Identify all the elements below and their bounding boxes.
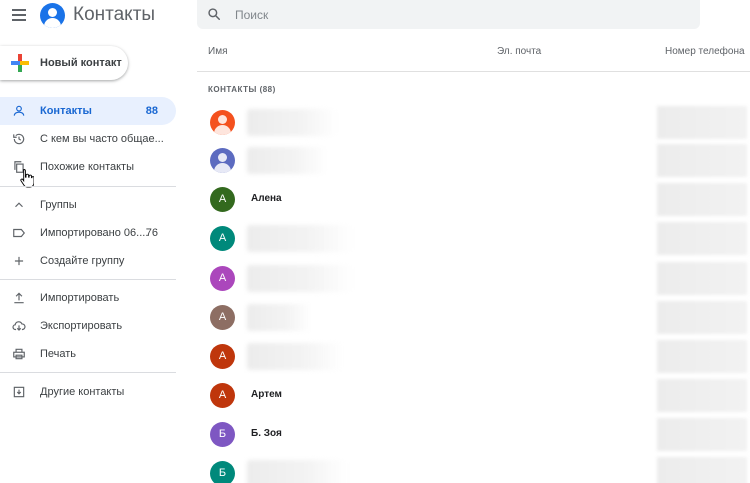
sidebar-item-label: Импортировать [40, 292, 120, 304]
sidebar-item-label: Создайте группу [40, 255, 125, 267]
cloud-download-icon [12, 321, 26, 331]
sidebar-item-label: Печать [40, 348, 77, 360]
column-header-name[interactable]: Имя [208, 46, 227, 57]
search-icon [208, 8, 220, 20]
sidebar-item-label: Группы [40, 199, 77, 211]
blurred-phone [657, 183, 747, 216]
contact-row[interactable]: А Артем [197, 376, 750, 415]
blurred-name [247, 343, 342, 370]
avatar: А [210, 305, 235, 330]
contact-name: Б. Зоя [251, 428, 282, 439]
colorful-plus-icon [11, 54, 29, 72]
sidebar-item-frequent[interactable]: С кем вы часто общае... [0, 125, 176, 153]
sidebar-item-label: Импортировано 06.... [40, 227, 149, 239]
sidebar-item-label: С кем вы часто общае... [40, 133, 164, 145]
sidebar-divider [0, 186, 176, 187]
blurred-phone [657, 340, 747, 373]
blurred-name [247, 225, 352, 252]
blurred-phone [657, 418, 747, 451]
contact-row[interactable]: А [197, 219, 750, 258]
history-icon [13, 133, 25, 145]
label-icon [13, 228, 26, 238]
contact-row[interactable]: А [197, 337, 750, 376]
sidebar-item-contacts[interactable]: Контакты 88 [0, 97, 176, 125]
contact-row[interactable]: А Алена [197, 180, 750, 219]
column-header-phone[interactable]: Номер телефона [665, 46, 745, 57]
print-icon [13, 348, 25, 360]
contact-name: Алена [251, 193, 282, 204]
new-contact-button[interactable]: Новый контакт [0, 46, 128, 80]
blurred-phone [657, 222, 747, 255]
sidebar-item-export[interactable]: Экспортировать [0, 312, 176, 340]
sidebar-item-label: Контакты [40, 105, 92, 117]
blurred-phone [657, 379, 747, 412]
sidebar-item-import[interactable]: Импортировать [0, 284, 176, 312]
avatar [210, 148, 235, 173]
plus-icon [14, 256, 24, 266]
blurred-name [247, 304, 312, 331]
contact-row[interactable] [197, 141, 750, 180]
column-header-email[interactable]: Эл. почта [497, 46, 541, 57]
avatar: А [210, 383, 235, 408]
contact-name: Артем [251, 389, 282, 400]
imported-count: 76 [145, 227, 158, 239]
upload-icon [14, 292, 24, 304]
chevron-up-icon [15, 202, 23, 208]
search-input[interactable]: Поиск [197, 0, 700, 29]
blurred-phone [657, 301, 747, 334]
contacts-count: 88 [145, 105, 158, 117]
contacts-logo [40, 3, 65, 28]
sidebar-item-label: Экспортировать [40, 320, 123, 332]
sidebar-item-create-group[interactable]: Создайте группу [0, 247, 176, 275]
person-icon [13, 105, 25, 116]
blurred-phone [657, 144, 747, 177]
blurred-name [247, 109, 337, 136]
blurred-name [247, 460, 347, 483]
main-menu-icon[interactable] [12, 9, 26, 21]
contact-row[interactable]: Б Б. Зоя [197, 415, 750, 454]
blurred-phone [657, 262, 747, 295]
blurred-phone [657, 457, 747, 483]
avatar: Б [210, 461, 235, 483]
avatar: А [210, 344, 235, 369]
contacts-section-label: КОНТАКТЫ (88) [208, 85, 276, 94]
sidebar-divider [0, 279, 176, 280]
search-placeholder: Поиск [235, 8, 269, 22]
sidebar-item-label: Похожие контакты [40, 161, 134, 173]
sidebar-divider [0, 372, 176, 373]
sidebar-item-groups[interactable]: Группы [0, 191, 176, 219]
archive-icon [13, 386, 25, 398]
blurred-name [247, 265, 352, 292]
blurred-name [247, 147, 327, 174]
avatar [210, 110, 235, 135]
sidebar-item-print[interactable]: Печать [0, 340, 176, 368]
avatar: А [210, 187, 235, 212]
avatar: Б [210, 422, 235, 447]
avatar: А [210, 266, 235, 291]
app-title: Контакты [73, 4, 156, 25]
blurred-phone [657, 106, 747, 139]
contact-row[interactable]: А [197, 298, 750, 337]
header-divider [197, 71, 750, 72]
avatar: А [210, 226, 235, 251]
contact-row[interactable] [197, 103, 750, 142]
sidebar-item-other-contacts[interactable]: Другие контакты [0, 378, 176, 406]
contact-row[interactable]: Б [197, 454, 750, 483]
sidebar-item-imported-group[interactable]: Импортировано 06.... 76 [0, 219, 176, 247]
sidebar-item-label: Другие контакты [40, 386, 125, 398]
hand-cursor-icon [20, 169, 34, 188]
new-contact-label: Новый контакт [40, 57, 122, 69]
contact-row[interactable]: А [197, 259, 750, 298]
